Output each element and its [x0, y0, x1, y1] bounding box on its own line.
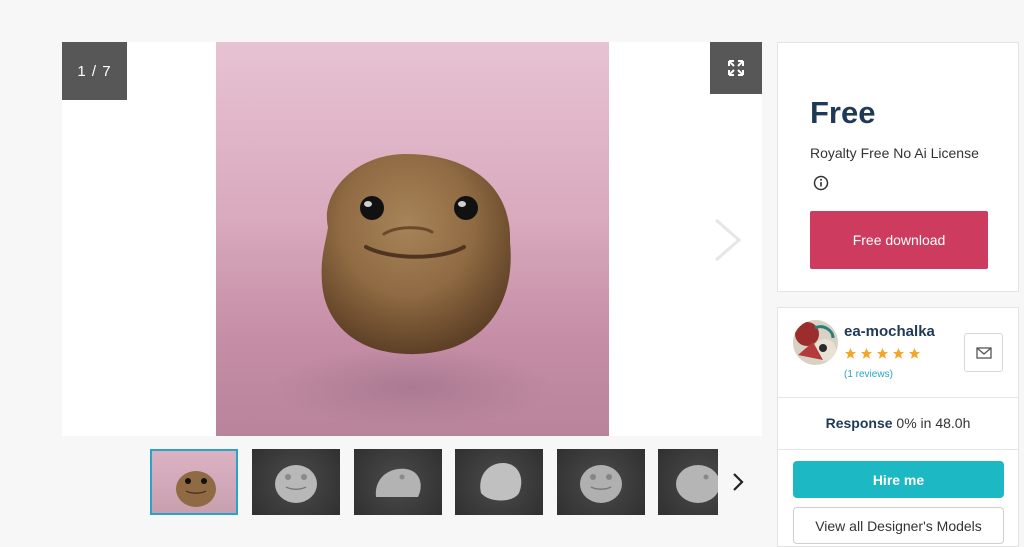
- mail-icon: [975, 346, 992, 359]
- expand-icon: [728, 60, 744, 76]
- info-icon[interactable]: [813, 175, 829, 191]
- rating-stars: [844, 347, 921, 360]
- divider: [778, 449, 1018, 450]
- thumbnail-5[interactable]: [557, 449, 645, 515]
- star-icon: [877, 348, 888, 359]
- message-button[interactable]: [964, 333, 1003, 372]
- thumbnail-1[interactable]: [150, 449, 238, 515]
- designer-name[interactable]: ea-mochalka: [844, 323, 935, 340]
- response-value: 0% in 48.0h: [896, 415, 971, 431]
- star-icon: [861, 348, 872, 359]
- star-icon: [893, 348, 904, 359]
- thumbnail-2[interactable]: [252, 449, 340, 515]
- fullscreen-button[interactable]: [710, 42, 762, 94]
- thumbnail-4[interactable]: [455, 449, 543, 515]
- pricing-panel: Free Royalty Free No Ai License Free dow…: [777, 42, 1019, 292]
- main-preview-image[interactable]: [216, 42, 609, 436]
- star-icon: [909, 348, 920, 359]
- chevron-right-icon[interactable]: [728, 470, 748, 494]
- hire-me-button[interactable]: Hire me: [793, 461, 1004, 498]
- thumbnail-6[interactable]: [658, 449, 718, 515]
- thumbnail-strip: [150, 449, 718, 517]
- designer-panel: ea-mochalka (1 reviews) Response 0% in 4…: [777, 307, 1019, 547]
- free-download-button[interactable]: Free download: [810, 211, 988, 269]
- view-models-button[interactable]: View all Designer's Models: [793, 507, 1004, 544]
- next-image-arrow[interactable]: [710, 217, 746, 263]
- thumbnail-3[interactable]: [354, 449, 442, 515]
- reviews-link[interactable]: (1 reviews): [844, 369, 893, 380]
- image-counter: 1 / 7: [62, 42, 127, 100]
- response-stat: Response 0% in 48.0h: [778, 415, 1018, 431]
- image-viewer: 1 / 7: [62, 42, 762, 436]
- price: Free: [810, 95, 876, 130]
- star-icon: [845, 348, 856, 359]
- divider: [778, 397, 1018, 398]
- avatar[interactable]: [793, 320, 838, 365]
- license-label: Royalty Free No Ai License: [810, 145, 979, 161]
- response-label: Response: [825, 415, 893, 431]
